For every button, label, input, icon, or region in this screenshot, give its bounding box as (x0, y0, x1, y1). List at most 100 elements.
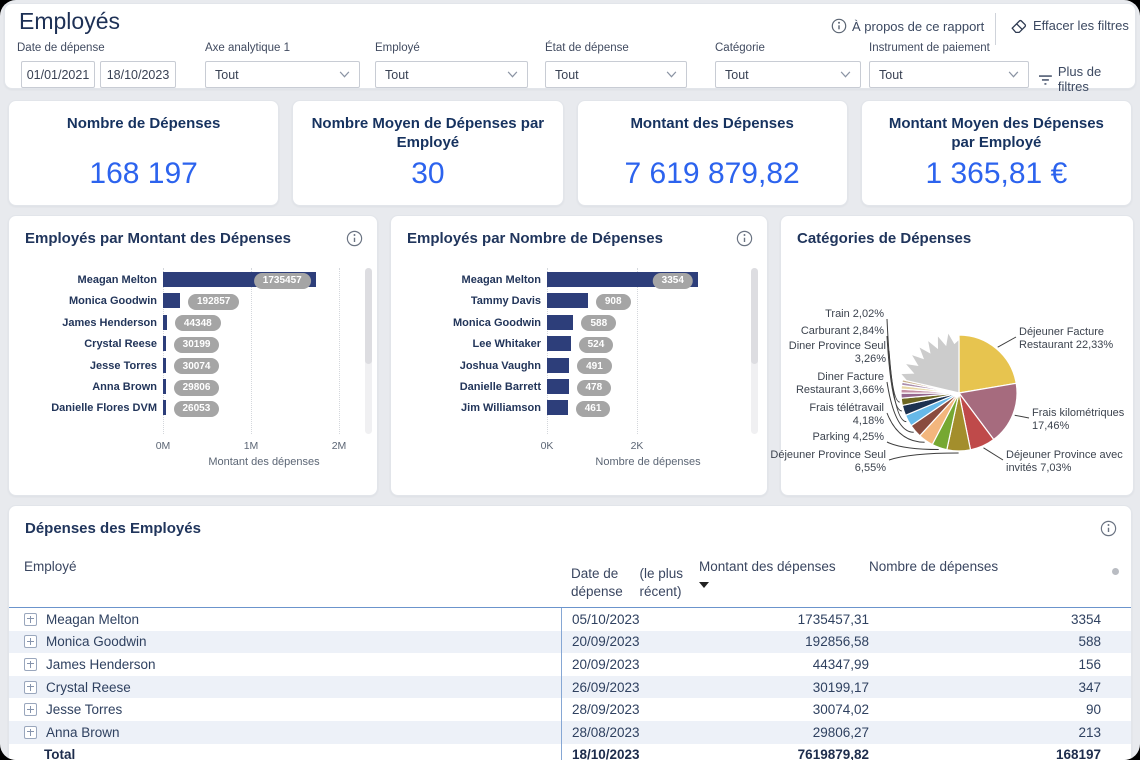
bar-category-label: Jim Williamson (391, 402, 541, 414)
chart-nombre-depenses: Employés par Nombre de Dépenses 0K2KMeag… (390, 215, 768, 496)
filter-label-instrument-paiement: Instrument de paiement (869, 42, 990, 54)
chart-scrollbar[interactable] (751, 268, 758, 434)
bar-category-label: Meagan Melton (391, 274, 541, 286)
bar-value-label: 524 (579, 337, 614, 353)
dropdown-value: Tout (215, 68, 239, 82)
column-header-date-de-dépense[interactable]: Date de dépense(le plus récent) (561, 558, 699, 607)
table-row[interactable]: Meagan Melton05/10/20231735457,313354 (9, 608, 1131, 631)
info-icon[interactable] (736, 230, 753, 247)
chart-scrollbar[interactable] (365, 268, 372, 434)
bar-tammy-davis[interactable] (547, 293, 588, 308)
table-title: Dépenses des Employés (25, 520, 201, 537)
bar-category-label: Lee Whitaker (391, 338, 541, 350)
dropdown-etat-depense[interactable]: Tout (545, 61, 687, 88)
bar-lee-whitaker[interactable] (547, 336, 571, 351)
bar-monica-goodwin[interactable] (163, 293, 180, 308)
date-to-input[interactable]: 18/10/2023 (100, 61, 176, 88)
table-row[interactable]: Jesse Torres28/09/202330074,0290 (9, 698, 1131, 721)
bar-category-label: Danielle Flores DVM (9, 402, 157, 414)
filter-label-categorie: Catégorie (715, 42, 765, 54)
filter-icon (1038, 73, 1053, 86)
gridline (339, 268, 340, 434)
chart-scrollbar-thumb[interactable] (751, 268, 758, 364)
chart-scrollbar-thumb[interactable] (365, 268, 372, 364)
column-header-montant-des-dépenses[interactable]: Montant des dépenses (699, 558, 869, 588)
kpi-title: Montant des Dépenses (630, 114, 793, 133)
employee-name: James Henderson (46, 657, 156, 672)
chevron-down-icon (840, 71, 851, 78)
info-icon[interactable] (346, 230, 363, 247)
sort-descending-icon[interactable] (699, 582, 709, 588)
pie-chart: Déjeuner FactureRestaurant 22,33%Frais k… (781, 216, 1133, 495)
table-row[interactable]: Monica Goodwin20/09/2023192856,58588 (9, 631, 1131, 654)
clear-filters-button[interactable]: Effacer les filtres (1009, 16, 1129, 35)
expense-count: 3354 (869, 612, 1101, 627)
dropdown-axe-analytique[interactable]: Tout (205, 61, 360, 88)
table-row[interactable]: James Henderson20/09/202344347,99156 (9, 653, 1131, 676)
date-from-input[interactable]: 01/01/2021 (21, 61, 95, 88)
more-filters-button[interactable]: Plus de filtres (1038, 64, 1135, 94)
bar-jesse-torres[interactable] (163, 358, 166, 373)
expand-icon[interactable] (24, 635, 37, 648)
bar-anna-brown[interactable] (163, 379, 166, 394)
bar-value-label: 30199 (174, 337, 220, 353)
bar-danielle-barrett[interactable] (547, 379, 569, 394)
dropdown-value: Tout (725, 68, 749, 82)
kpi-value: 1 365,81 € (925, 157, 1067, 191)
expand-icon[interactable] (24, 726, 37, 739)
expense-count: 213 (869, 725, 1101, 740)
bar-value-label: 192857 (188, 294, 239, 310)
employee-name: Monica Goodwin (46, 634, 147, 649)
bar-jim-williamson[interactable] (547, 400, 568, 415)
expense-date: 28/08/2023 (561, 721, 699, 744)
table-row[interactable]: Crystal Reese26/09/202330199,17347 (9, 676, 1131, 699)
bar-category-label: Monica Goodwin (9, 295, 157, 307)
bar-category-label: James Henderson (9, 317, 157, 329)
about-report-button[interactable]: À propos de ce rapport (831, 18, 984, 34)
expense-amount: 30074,02 (699, 702, 869, 717)
info-icon[interactable] (1100, 520, 1117, 537)
bar-value-label: 908 (596, 294, 631, 310)
bar-monica-goodwin[interactable] (547, 315, 573, 330)
bar-category-label: Tammy Davis (391, 295, 541, 307)
bar-value-label: 29806 (174, 380, 220, 396)
gridline (637, 268, 638, 434)
pie-callout-line (984, 448, 1004, 460)
kpi-card-montant-depenses: Montant des Dépenses 7 619 879,82 (577, 100, 848, 206)
bar-crystal-reese[interactable] (163, 336, 166, 351)
table-card: Dépenses des Employés EmployéDate de dép… (8, 505, 1132, 760)
expense-count: 168197 (869, 747, 1101, 760)
header-card: Employés À propos de ce rapport Effacer … (4, 3, 1136, 89)
filter-label-employe: Employé (375, 42, 420, 54)
bar-james-henderson[interactable] (163, 315, 167, 330)
chart-row: Employés par Montant des Dépenses 0M1M2M… (8, 215, 1134, 496)
expense-amount: 44347,99 (699, 657, 869, 672)
bar-danielle-flores-dvm[interactable] (163, 400, 166, 415)
employee-name: Total (44, 747, 75, 760)
bar-value-label: 478 (577, 380, 612, 396)
bar-category-label: Joshua Vaughn (391, 360, 541, 372)
x-axis-tick: 0K (541, 440, 554, 452)
bar-chart-montant: 0M1M2MMeagan Melton1735457Monica Goodwin… (9, 262, 377, 495)
kpi-value: 168 197 (89, 157, 197, 191)
page-title: Employés (19, 8, 120, 35)
expand-icon[interactable] (24, 681, 37, 694)
date-filter-label: Date de dépense (17, 42, 105, 54)
x-axis-tick: 1M (244, 440, 259, 452)
column-header-employé[interactable]: Employé (24, 558, 561, 576)
expand-icon[interactable] (24, 613, 37, 626)
employee-name: Anna Brown (46, 725, 120, 740)
dropdown-categorie[interactable]: Tout (715, 61, 861, 88)
dropdown-value: Tout (555, 68, 579, 82)
expand-icon[interactable] (24, 658, 37, 671)
dropdown-employe[interactable]: Tout (375, 61, 528, 88)
table-row[interactable]: Anna Brown28/08/202329806,27213 (9, 721, 1131, 744)
expand-icon[interactable] (24, 703, 37, 716)
bar-joshua-vaughn[interactable] (547, 358, 569, 373)
column-header-nombre-de-dépenses[interactable]: Nombre de dépenses (869, 558, 1101, 576)
chevron-down-icon (1008, 71, 1019, 78)
bar-value-label: 491 (577, 358, 612, 374)
bar-category-label: Monica Goodwin (391, 317, 541, 329)
dropdown-instrument-paiement[interactable]: Tout (869, 61, 1029, 88)
chart-title: Employés par Montant des Dépenses (25, 230, 291, 247)
